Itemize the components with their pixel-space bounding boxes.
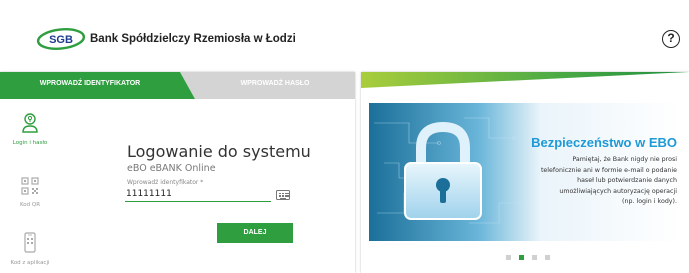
identifier-input[interactable] (125, 187, 271, 202)
promo-text-line: telefonicznie ani w formie e-mail o poda… (540, 166, 677, 174)
tab-enter-identifier[interactable]: WPROWADŹ IDENTYFIKATOR (0, 72, 195, 99)
login-panel: WPROWADŹ HASŁO WPROWADŹ IDENTYFIKATOR Lo… (0, 72, 355, 273)
bank-name: Bank Spółdzielczy Rzemiosła w Łodzi (90, 33, 296, 45)
promo-text: Pamiętaj, że Bank nigdy nie prosi telefo… (492, 155, 677, 208)
login-steps-tabs: WPROWADŹ HASŁO WPROWADŹ IDENTYFIKATOR (0, 72, 355, 99)
method-qr-code[interactable]: Kod QR (12, 176, 48, 208)
logo-text: SGB (49, 34, 73, 46)
sgb-logo[interactable]: SGB (36, 28, 86, 50)
promo-text-line: umożliwiających autoryzację operacji (559, 187, 677, 195)
carousel-dot[interactable] (506, 255, 511, 260)
header: SGB Bank Spółdzielczy Rzemiosła w Łodzi … (0, 0, 689, 70)
carousel-dot[interactable] (545, 255, 550, 260)
form-subtitle: eBO eBANK Online (127, 163, 216, 174)
carousel-dot[interactable] (532, 255, 537, 260)
carousel-dots (506, 247, 558, 266)
tab-enter-password-label: WPROWADŹ HASŁO (240, 80, 310, 87)
promo-title: Bezpieczeństwo w EBO (531, 135, 677, 150)
qr-code-icon (21, 177, 39, 195)
tab-enter-password[interactable]: WPROWADŹ HASŁO (180, 72, 355, 99)
promo-text-line: Pamiętaj, że Bank nigdy nie prosi (572, 156, 677, 163)
identifier-field-label: Wprowadź identyfikator * (127, 179, 204, 186)
tab-enter-identifier-label: WPROWADŹ IDENTYFIKATOR (39, 80, 141, 87)
method-mobile-app[interactable]: Kod z aplikacji (10, 232, 50, 266)
user-key-icon (22, 113, 38, 133)
promo-text-line: haseł lub potwierdzanie danych (577, 177, 677, 184)
method-login-password-label: Login i hasło (12, 140, 48, 146)
method-login-password[interactable]: Login i hasło (12, 112, 48, 146)
promo-green-band (361, 72, 689, 88)
method-qr-code-label: Kod QR (19, 202, 41, 208)
promo-text-line: (np. login i kody). (622, 198, 677, 205)
mobile-app-icon (24, 232, 36, 253)
carousel-dot-active[interactable] (519, 255, 524, 260)
help-icon[interactable]: ? (662, 30, 680, 48)
next-button[interactable]: DALEJ (217, 223, 293, 243)
virtual-keyboard-icon[interactable] (276, 190, 290, 200)
form-title: Logowanie do systemu (127, 142, 311, 161)
promo-panel: Bezpieczeństwo w EBO Pamiętaj, że Bank n… (361, 72, 689, 273)
method-mobile-app-label: Kod z aplikacji (10, 260, 50, 266)
